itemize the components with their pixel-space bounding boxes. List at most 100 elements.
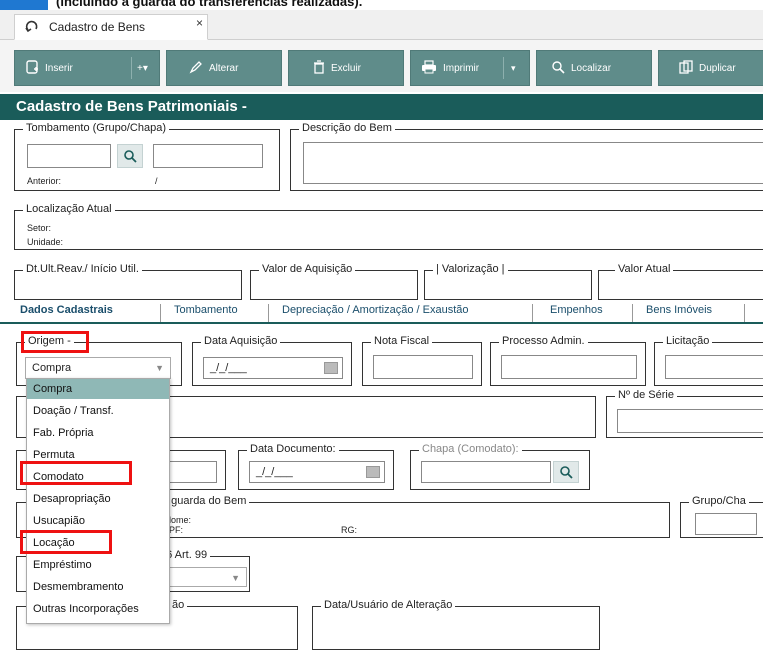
window-tab-label: Cadastro de Bens (49, 20, 146, 34)
valorizacao-group: | Valorização | (424, 263, 592, 300)
rg-label: RG: (341, 525, 358, 535)
option-emprestimo[interactable]: Empréstimo (27, 555, 169, 575)
trash-icon (313, 59, 325, 77)
anterior-value: / (155, 176, 158, 186)
documento-input[interactable] (167, 461, 217, 483)
chapa-comodato-group: Chapa (Comodato): (410, 443, 590, 490)
data-documento-input[interactable]: _/_/___ (249, 461, 385, 483)
valor-aquisicao-legend: Valor de Aquisição (259, 263, 356, 275)
valorizacao-legend: | Valorização | (433, 263, 508, 275)
nome-label: lome: (169, 515, 192, 525)
pencil-icon (189, 60, 203, 77)
page-title: Cadastro de Bens Patrimoniais - (0, 94, 763, 120)
tombamento-legend: Tombamento (Grupo/Chapa) (23, 122, 170, 134)
nota-fiscal-input[interactable] (373, 355, 473, 379)
duplicar-button[interactable]: Duplicar (658, 50, 763, 86)
grupo-cha-legend: Grupo/Cha (689, 495, 749, 507)
anterior-label: Anterior: (27, 176, 62, 186)
option-fab-propria[interactable]: Fab. Própria (27, 423, 169, 443)
tab-empenhos[interactable]: Empenhos (550, 304, 603, 324)
search-icon (551, 60, 565, 77)
guarda-legend: a guarda do Bem (159, 495, 250, 507)
lei-select[interactable]: ▼ (163, 567, 247, 587)
licitacao-group: Licitação (654, 335, 763, 386)
tab-tombamento[interactable]: Tombamento (174, 304, 238, 324)
descricao-legend: Descrição do Bem (299, 122, 395, 134)
unidade-label: Unidade: (27, 237, 64, 247)
option-outras-incorporacoes[interactable]: Outras Incorporações (27, 599, 169, 619)
option-compra[interactable]: Compra (27, 379, 169, 399)
grupo-input[interactable] (27, 144, 111, 168)
num-serie-group: Nº de Série (606, 389, 763, 438)
localizacao-group: Localização Atual Setor: Unidade: (14, 203, 763, 250)
nota-fiscal-legend: Nota Fiscal (371, 335, 433, 347)
chapa-comodato-input[interactable] (421, 461, 551, 483)
inserir-button[interactable]: Inserir +▾ (14, 50, 160, 86)
data-aquisicao-legend: Data Aquisição (201, 335, 281, 347)
dt-ult-reav-group: Dt.Ult.Reav./ Início Util. (14, 263, 242, 300)
top-note: (incluindo a guarda do transferências re… (56, 0, 363, 9)
num-serie-legend: Nº de Série (615, 389, 677, 401)
inclusao-legend: ão (169, 599, 188, 611)
calendar-icon[interactable] (366, 466, 380, 478)
origem-select[interactable]: Compra ▼ (25, 357, 171, 379)
processo-admin-group: Processo Admin. (490, 335, 646, 386)
imprimir-button[interactable]: Imprimir ▾ (410, 50, 530, 86)
nota-fiscal-group: Nota Fiscal (362, 335, 482, 386)
blue-marker (0, 0, 48, 10)
tab-bar: Dados Cadastrais Tombamento Depreciação … (0, 302, 763, 324)
data-documento-group: Data Documento: _/_/___ (238, 443, 394, 490)
locacao-highlight (20, 530, 112, 554)
localizar-button[interactable]: Localizar (536, 50, 652, 86)
imprimir-dropdown-icon[interactable]: ▾ (511, 63, 516, 74)
data-aquisicao-input[interactable]: _/_/___ (203, 357, 343, 379)
tab-depreciacao[interactable]: Depreciação / Amortização / Exaustão (282, 304, 468, 324)
dt-ult-reav-legend: Dt.Ult.Reav./ Início Util. (23, 263, 142, 275)
alterar-button[interactable]: Alterar (166, 50, 282, 86)
chapa-comodato-search-button[interactable] (553, 461, 579, 483)
licitacao-input[interactable] (665, 355, 763, 379)
grupo-cha-input[interactable] (695, 513, 757, 535)
descricao-group: Descrição do Bem (290, 122, 763, 191)
toolbar: Inserir +▾ Alterar Excluir Imprimir ▾ Lo… (0, 40, 763, 92)
licitacao-legend: Licitação (663, 335, 713, 347)
top-strip: (incluindo a guarda do transferências re… (0, 0, 763, 10)
valor-atual-legend: Valor Atual (615, 263, 674, 275)
data-aquisicao-group: Data Aquisição _/_/___ (192, 335, 352, 386)
chapa-comodato-legend: Chapa (Comodato): (419, 443, 522, 455)
chapa-input[interactable] (153, 144, 263, 168)
setor-label: Setor: (27, 223, 52, 233)
grupo-cha-group: Grupo/Cha (680, 495, 763, 538)
data-documento-legend: Data Documento: (247, 443, 339, 455)
valor-aquisicao-group: Valor de Aquisição (250, 263, 418, 300)
calendar-icon[interactable] (324, 362, 338, 374)
localizacao-legend: Localização Atual (23, 203, 115, 215)
chevron-down-icon: ▼ (155, 363, 164, 373)
duplicate-icon (679, 59, 693, 77)
num-serie-input[interactable] (617, 409, 763, 433)
new-document-icon (25, 59, 39, 77)
printer-icon (421, 59, 437, 77)
option-doacao[interactable]: Doação / Transf. (27, 401, 169, 421)
tab-bens-imoveis[interactable]: Bens Imóveis (646, 304, 712, 324)
inserir-dropdown-icon[interactable]: +▾ (137, 63, 148, 74)
option-usucapiao[interactable]: Usucapião (27, 511, 169, 531)
refresh-icon (25, 19, 39, 36)
processo-admin-input[interactable] (501, 355, 637, 379)
close-tab-icon[interactable]: × (196, 16, 203, 30)
tombamento-search-button[interactable] (117, 144, 143, 168)
tab-dados-cadastrais[interactable]: Dados Cadastrais (20, 304, 113, 324)
valor-atual-group: Valor Atual (598, 263, 763, 300)
chevron-down-icon: ▼ (231, 573, 240, 583)
alteracao-legend: Data/Usuário de Alteração (321, 599, 456, 611)
origem-highlight (21, 331, 89, 353)
option-desapropriacao[interactable]: Desapropriação (27, 489, 169, 509)
cpf-label: PF: (169, 525, 184, 535)
descricao-textarea[interactable] (303, 142, 763, 184)
excluir-button[interactable]: Excluir (288, 50, 404, 86)
processo-admin-legend: Processo Admin. (499, 335, 588, 347)
option-desmembramento[interactable]: Desmembramento (27, 577, 169, 597)
origem-dropdown-list: Compra Doação / Transf. Fab. Própria Per… (26, 378, 170, 624)
window-tab-cadastro[interactable]: Cadastro de Bens × (14, 14, 208, 40)
window-tab-strip: Cadastro de Bens × (0, 10, 763, 40)
